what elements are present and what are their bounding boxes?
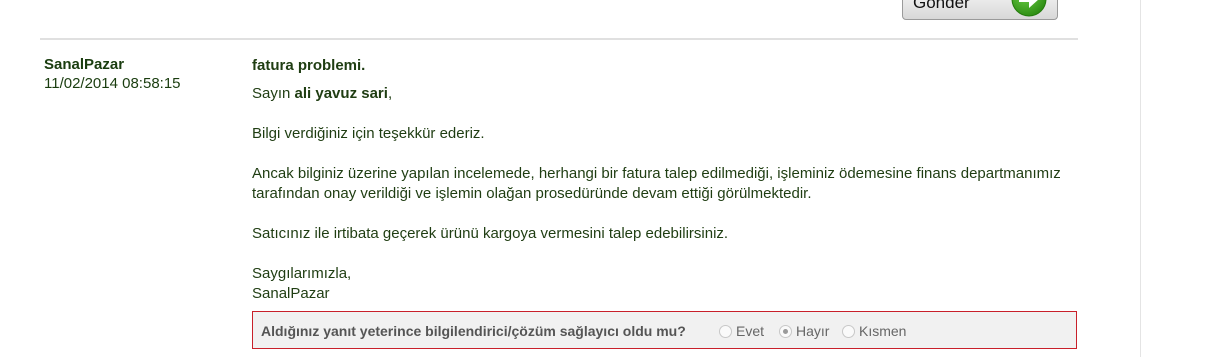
message-datetime: 11/02/2014 08:58:15 (44, 75, 181, 92)
feedback-option-label: Evet (736, 323, 765, 339)
feedback-box: Aldığınız yanıt yeterince bilgilendirici… (252, 311, 1077, 349)
message-body: fatura problemi. Sayın ali yavuz sari, B… (252, 56, 1072, 304)
message-signature: SanalPazar (252, 285, 330, 302)
feedback-option-evet[interactable]: Evet (719, 322, 764, 340)
message-closing: Saygılarımızla, (252, 265, 352, 282)
feedback-option-kismen[interactable]: Kısmen (842, 322, 906, 340)
message-subject: fatura problemi. (252, 57, 366, 74)
radio-checked-icon[interactable] (779, 324, 792, 338)
message-paragraph: Ancak bilginiz üzerine yapılan incelemed… (252, 165, 1061, 202)
feedback-option-label: Kısmen (859, 323, 907, 339)
feedback-option-hayir[interactable]: Hayır (779, 322, 829, 340)
message-paragraph: Satıcınız ile irtibata geçerek ürünü kar… (252, 225, 729, 242)
recipient-name: ali yavuz sari (294, 85, 388, 102)
feedback-question: Aldığınız yanıt yeterince bilgilendirici… (261, 323, 686, 339)
message-author: SanalPazar (44, 56, 125, 73)
divider (40, 38, 1078, 40)
send-button-label: Gönder (913, 0, 970, 12)
greeting-suffix: , (387, 85, 393, 102)
arrow-right-icon (1011, 0, 1047, 17)
send-button[interactable]: Gönder (902, 0, 1058, 20)
feedback-option-label: Hayır (796, 323, 830, 339)
greeting-prefix: Sayın (252, 85, 291, 102)
radio-icon[interactable] (719, 324, 732, 338)
page: Gönder SanalPazar 11/02/2014 08:58:15 fa… (0, 0, 1212, 357)
radio-icon[interactable] (842, 324, 855, 338)
greeting-line: Sayın ali yavuz sari, (252, 84, 1072, 104)
content-right-border (1140, 0, 1141, 357)
message-paragraph: Bilgi verdiğiniz için teşekkür ederiz. (252, 125, 485, 142)
